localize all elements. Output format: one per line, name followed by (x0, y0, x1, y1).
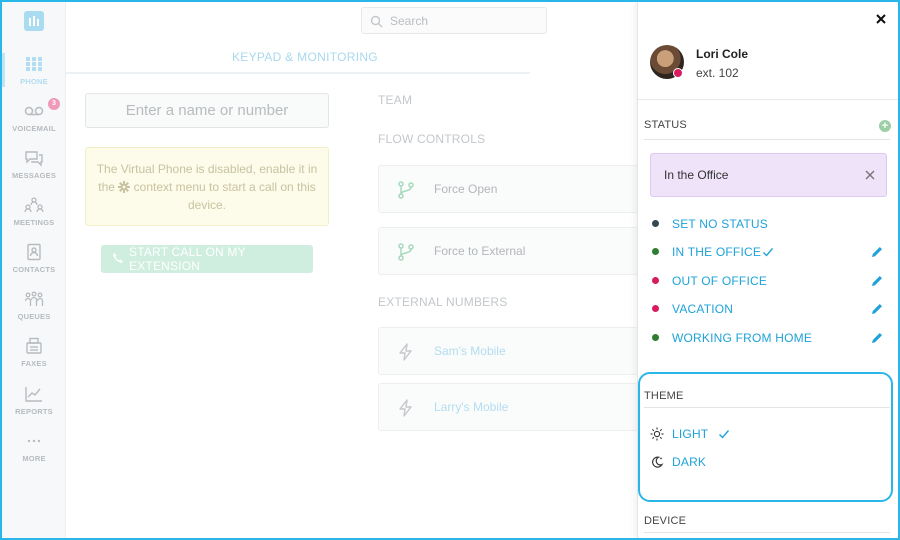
meetings-icon (24, 197, 44, 213)
gear-icon (118, 181, 131, 193)
current-status-chip: In the Office (650, 153, 887, 197)
team-section-title: TEAM (378, 93, 413, 107)
current-status-label: In the Office (664, 168, 729, 182)
external-number-card-sams-mobile[interactable]: Sam's Mobile (378, 327, 638, 375)
sidebar-item-label: MEETINGS (13, 218, 55, 227)
edit-pencil-icon[interactable] (870, 274, 884, 288)
fax-icon (26, 337, 42, 354)
user-extension: ext. 102 (696, 66, 739, 80)
branch-icon (398, 243, 414, 261)
sidebar-item-label: VOICEMAIL (12, 124, 56, 133)
contacts-icon (27, 243, 41, 261)
sidebar-item-label: PHONE (20, 77, 48, 86)
app-logo[interactable] (24, 11, 44, 31)
status-dot (652, 277, 659, 284)
theme-section-highlight (638, 372, 893, 502)
edit-pencil-icon[interactable] (870, 331, 884, 345)
status-option-label: VACATION (672, 302, 734, 316)
sidebar-item-meetings[interactable]: MEETINGS (2, 192, 66, 236)
sidebar-item-phone[interactable]: PHONE (2, 51, 66, 95)
status-dot (652, 220, 659, 227)
phone-keypad-icon (26, 57, 42, 71)
clear-status-icon[interactable] (864, 169, 876, 181)
flow-control-label: Force Open (434, 182, 498, 196)
phone-icon (113, 253, 123, 263)
add-status-button[interactable]: + (879, 120, 891, 132)
sidebar-item-label: REPORTS (15, 407, 53, 416)
messages-icon (25, 151, 43, 167)
start-call-button[interactable]: START CALL ON MY EXTENSION (101, 245, 313, 273)
checkmark-icon (763, 248, 774, 257)
logo-icon (29, 16, 39, 26)
sidebar-item-label: FAXES (21, 359, 47, 368)
sidebar-item-label: CONTACTS (12, 265, 56, 274)
status-dot (652, 305, 659, 312)
device-section-title: DEVICE (644, 515, 687, 527)
status-option-working-from-home[interactable]: WORKING FROM HOME (650, 328, 890, 348)
reports-icon (25, 387, 42, 402)
close-icon[interactable] (874, 12, 888, 26)
status-option-label: WORKING FROM HOME (672, 331, 813, 345)
more-icon (27, 439, 41, 443)
flow-controls-section-title: FLOW CONTROLS (378, 132, 486, 146)
sidebar-item-reports[interactable]: REPORTS (2, 381, 66, 425)
flow-control-card-force-external[interactable]: Force to External (378, 227, 638, 275)
flow-control-label: Force to External (434, 244, 526, 258)
edit-pencil-icon[interactable] (870, 302, 884, 316)
divider (638, 99, 899, 100)
presence-indicator (673, 68, 683, 78)
tab-keypad-monitoring[interactable]: KEYPAD & MONITORING (232, 50, 378, 64)
lightning-icon (399, 399, 412, 417)
status-option-label: OUT OF OFFICE (672, 274, 768, 288)
voicemail-icon (24, 106, 44, 116)
status-option-label: SET NO STATUS (672, 217, 768, 231)
search-input[interactable] (390, 12, 540, 30)
status-dot (652, 334, 659, 341)
sidebar-item-voicemail[interactable]: 3 VOICEMAIL (2, 98, 66, 142)
status-option-in-the-office[interactable]: IN THE OFFICE (650, 242, 890, 262)
sidebar-item-contacts[interactable]: CONTACTS (2, 239, 66, 283)
external-number-label: Sam's Mobile (434, 344, 506, 358)
divider (644, 532, 890, 533)
flow-control-card-force-open[interactable]: Force Open (378, 165, 638, 213)
lightning-icon (399, 343, 412, 361)
external-numbers-section-title: EXTERNAL NUMBERS (378, 295, 508, 309)
sidebar-item-more[interactable]: MORE (2, 428, 66, 472)
virtual-phone-warning: The Virtual Phone is disabled, enable it… (85, 147, 329, 226)
warning-text-end: context menu to start a call on this dev… (133, 180, 316, 212)
user-name: Lori Cole (696, 47, 749, 61)
sidebar: PHONE 3 VOICEMAIL MESSAGES MEETINGS CONT… (2, 2, 66, 538)
tab-underline (66, 72, 530, 74)
sidebar-item-label: MORE (22, 454, 46, 463)
sidebar-item-faxes[interactable]: FAXES (2, 333, 66, 377)
external-number-card-larrys-mobile[interactable]: Larry's Mobile (378, 383, 638, 431)
status-dot (652, 248, 659, 255)
divider (644, 139, 890, 140)
sidebar-item-label: MESSAGES (11, 171, 57, 180)
status-option-out-of-office[interactable]: OUT OF OFFICE (650, 271, 890, 291)
branch-icon (398, 181, 414, 199)
status-option-label: IN THE OFFICE (672, 245, 762, 259)
status-option-set-no-status[interactable]: SET NO STATUS (650, 214, 890, 234)
status-section-title: STATUS (644, 119, 687, 131)
sidebar-item-queues[interactable]: QUEUES (2, 286, 66, 330)
sidebar-item-messages[interactable]: MESSAGES (2, 145, 66, 189)
edit-pencil-icon[interactable] (870, 245, 884, 259)
search-icon (370, 15, 383, 28)
status-option-vacation[interactable]: VACATION (650, 299, 890, 319)
start-call-label: START CALL ON MY EXTENSION (129, 245, 246, 273)
external-number-label: Larry's Mobile (434, 400, 509, 414)
sidebar-item-label: QUEUES (17, 312, 51, 321)
dial-input[interactable] (85, 93, 329, 128)
voicemail-count-badge: 3 (48, 98, 60, 110)
search-box (361, 7, 547, 34)
queues-icon (24, 291, 44, 306)
